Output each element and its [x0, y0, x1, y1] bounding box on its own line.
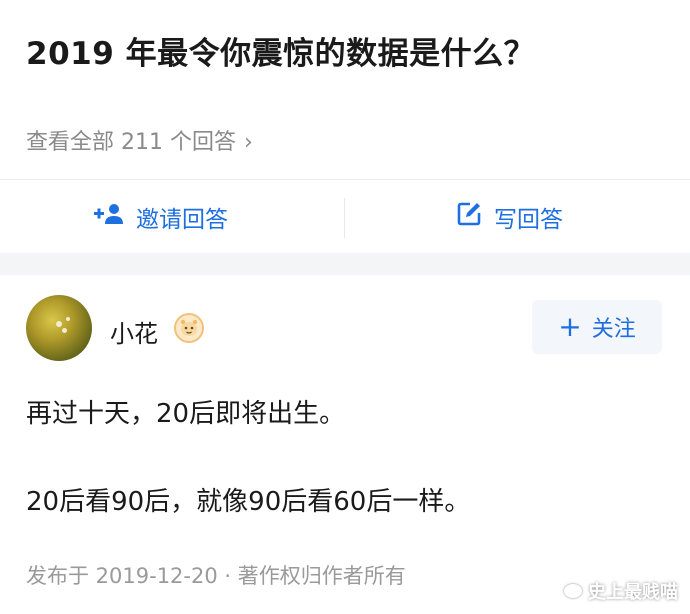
- write-answer-button[interactable]: 写回答: [456, 180, 563, 254]
- invite-answer-label: 邀请回答: [136, 207, 228, 233]
- answer-paragraph: 再过十天，20后即将出生。: [26, 399, 346, 429]
- view-all-answers-link[interactable]: 查看全部 211 个回答 ›: [26, 124, 253, 156]
- avatar-detail: [56, 321, 62, 327]
- write-answer-label: 写回答: [494, 207, 563, 233]
- follow-button[interactable]: + 关注: [532, 300, 662, 354]
- watermark: 史上最贱喵: [564, 578, 678, 604]
- view-all-label: 查看全部 211 个回答: [26, 130, 236, 155]
- chat-bubble-icon: [564, 584, 582, 598]
- emoji-badge-icon: [174, 313, 204, 343]
- plus-icon: +: [558, 310, 582, 343]
- invite-answer-button[interactable]: 邀请回答: [94, 180, 228, 254]
- edit-icon: [456, 201, 494, 233]
- answer-paragraph: 20后看90后，就像90后看60后一样。: [26, 487, 471, 517]
- watermark-text: 史上最贱喵: [588, 582, 678, 603]
- avatar-detail: [62, 328, 67, 333]
- section-separator: [0, 253, 690, 275]
- follow-label: 关注: [591, 317, 636, 342]
- author-name[interactable]: 小花: [110, 314, 158, 349]
- avatar-detail: [66, 317, 70, 321]
- avatar[interactable]: [26, 295, 92, 361]
- question-title: 2019 年最令你震惊的数据是什么？: [26, 36, 536, 72]
- action-divider: [344, 198, 345, 238]
- chevron-right-icon: ›: [243, 130, 253, 155]
- post-meta: 发布于 2019-12-20 · 著作权归作者所有: [26, 564, 406, 588]
- add-person-icon: [94, 203, 136, 231]
- answer-action-bar: 邀请回答 写回答: [0, 179, 690, 254]
